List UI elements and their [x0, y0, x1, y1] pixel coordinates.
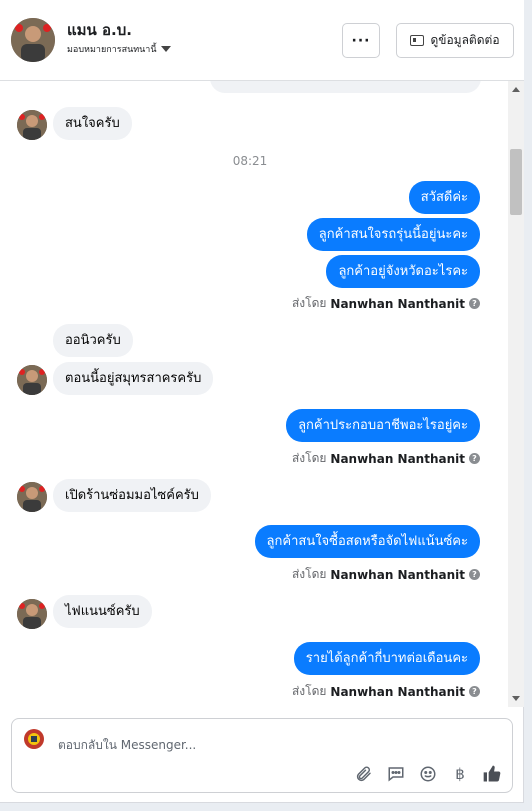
info-icon[interactable]: ?	[469, 686, 480, 697]
sent-by-label: ส่งโดย Nanwhan Nanthanit ?	[292, 682, 480, 701]
chevron-down-icon	[160, 46, 171, 52]
thread-scrollbar[interactable]	[508, 81, 524, 707]
message-thread: สนใจครับ 08:21 สวัสดีค่ะ ลูกค้าสนใจรถรุ่…	[0, 81, 508, 707]
outgoing-message[interactable]: ลูกค้าอยู่จังหวัดอะไรคะ	[326, 255, 480, 288]
incoming-message[interactable]: ตอนนี้อยู่สมุทรสาครครับ	[53, 362, 214, 395]
baht-icon[interactable]: ฿	[450, 764, 470, 784]
saved-reply-icon[interactable]	[386, 764, 406, 784]
outgoing-message[interactable]: ลูกค้าสนใจรถรุ่นนี้อยู่นะคะ	[306, 218, 480, 251]
composer-toolbar: ฿	[354, 764, 502, 784]
sent-by-label: ส่งโดย Nanwhan Nanthanit ?	[292, 449, 480, 468]
sender-avatar	[17, 599, 47, 629]
incoming-message[interactable]: ออนิวครับ	[53, 324, 133, 357]
sent-by-label: ส่งโดย Nanwhan Nanthanit ?	[292, 294, 480, 313]
message-bubble-partial	[210, 81, 481, 93]
conversation-panel: แมน อ.บ. มอบหมายการสนทนานี้ ··· ดูข้อมูล…	[0, 0, 524, 803]
incoming-message[interactable]: เปิดร้านซ่อมมอไซค์ครับ	[53, 479, 211, 512]
reply-composer[interactable]: ตอบกลับใน Messenger... ฿	[11, 718, 513, 793]
page-avatar	[22, 727, 46, 751]
contact-avatar[interactable]	[11, 18, 55, 62]
sender-avatar	[17, 110, 47, 140]
sent-by-label: ส่งโดย Nanwhan Nanthanit ?	[292, 565, 480, 584]
assign-conversation-dropdown[interactable]: มอบหมายการสนทนานี้	[67, 42, 171, 56]
conversation-header: แมน อ.บ. มอบหมายการสนทนานี้ ··· ดูข้อมูล…	[0, 0, 524, 81]
scrollbar-thumb[interactable]	[510, 149, 522, 215]
incoming-message[interactable]: สนใจครับ	[53, 107, 132, 140]
info-icon[interactable]: ?	[469, 453, 480, 464]
thumbs-up-icon[interactable]	[482, 764, 502, 784]
paperclip-icon[interactable]	[354, 764, 374, 784]
scroll-up-arrow-icon[interactable]	[512, 87, 520, 92]
incoming-message[interactable]: ไฟแนนซ์ครับ	[53, 595, 152, 628]
info-icon[interactable]: ?	[469, 298, 480, 309]
reply-input[interactable]: ตอบกลับใน Messenger...	[58, 736, 196, 755]
outgoing-message[interactable]: ลูกค้าประกอบอาชีพอะไรอยู่คะ	[286, 409, 480, 442]
scroll-down-arrow-icon[interactable]	[512, 696, 520, 701]
outgoing-message[interactable]: สวัสดีค่ะ	[408, 181, 480, 214]
sender-avatar	[17, 365, 47, 395]
outgoing-message[interactable]: ลูกค้าสนใจซื้อสดหรือจัดไฟแน้นซ์คะ	[254, 525, 480, 558]
info-icon[interactable]: ?	[469, 569, 480, 580]
view-contact-button[interactable]: ดูข้อมูลติดต่อ	[396, 23, 514, 58]
contact-name: แมน อ.บ.	[67, 21, 132, 39]
view-contact-label: ดูข้อมูลติดต่อ	[430, 33, 500, 47]
assign-label: มอบหมายการสนทนานี้	[67, 45, 157, 55]
emoji-icon[interactable]	[418, 764, 438, 784]
contact-card-icon	[410, 35, 425, 46]
outgoing-message[interactable]: รายได้ลูกค้ากี่บาทต่อเดือนคะ	[293, 642, 480, 675]
more-options-button[interactable]: ···	[342, 23, 380, 58]
sender-avatar	[17, 482, 47, 512]
timestamp: 08:21	[232, 154, 268, 168]
